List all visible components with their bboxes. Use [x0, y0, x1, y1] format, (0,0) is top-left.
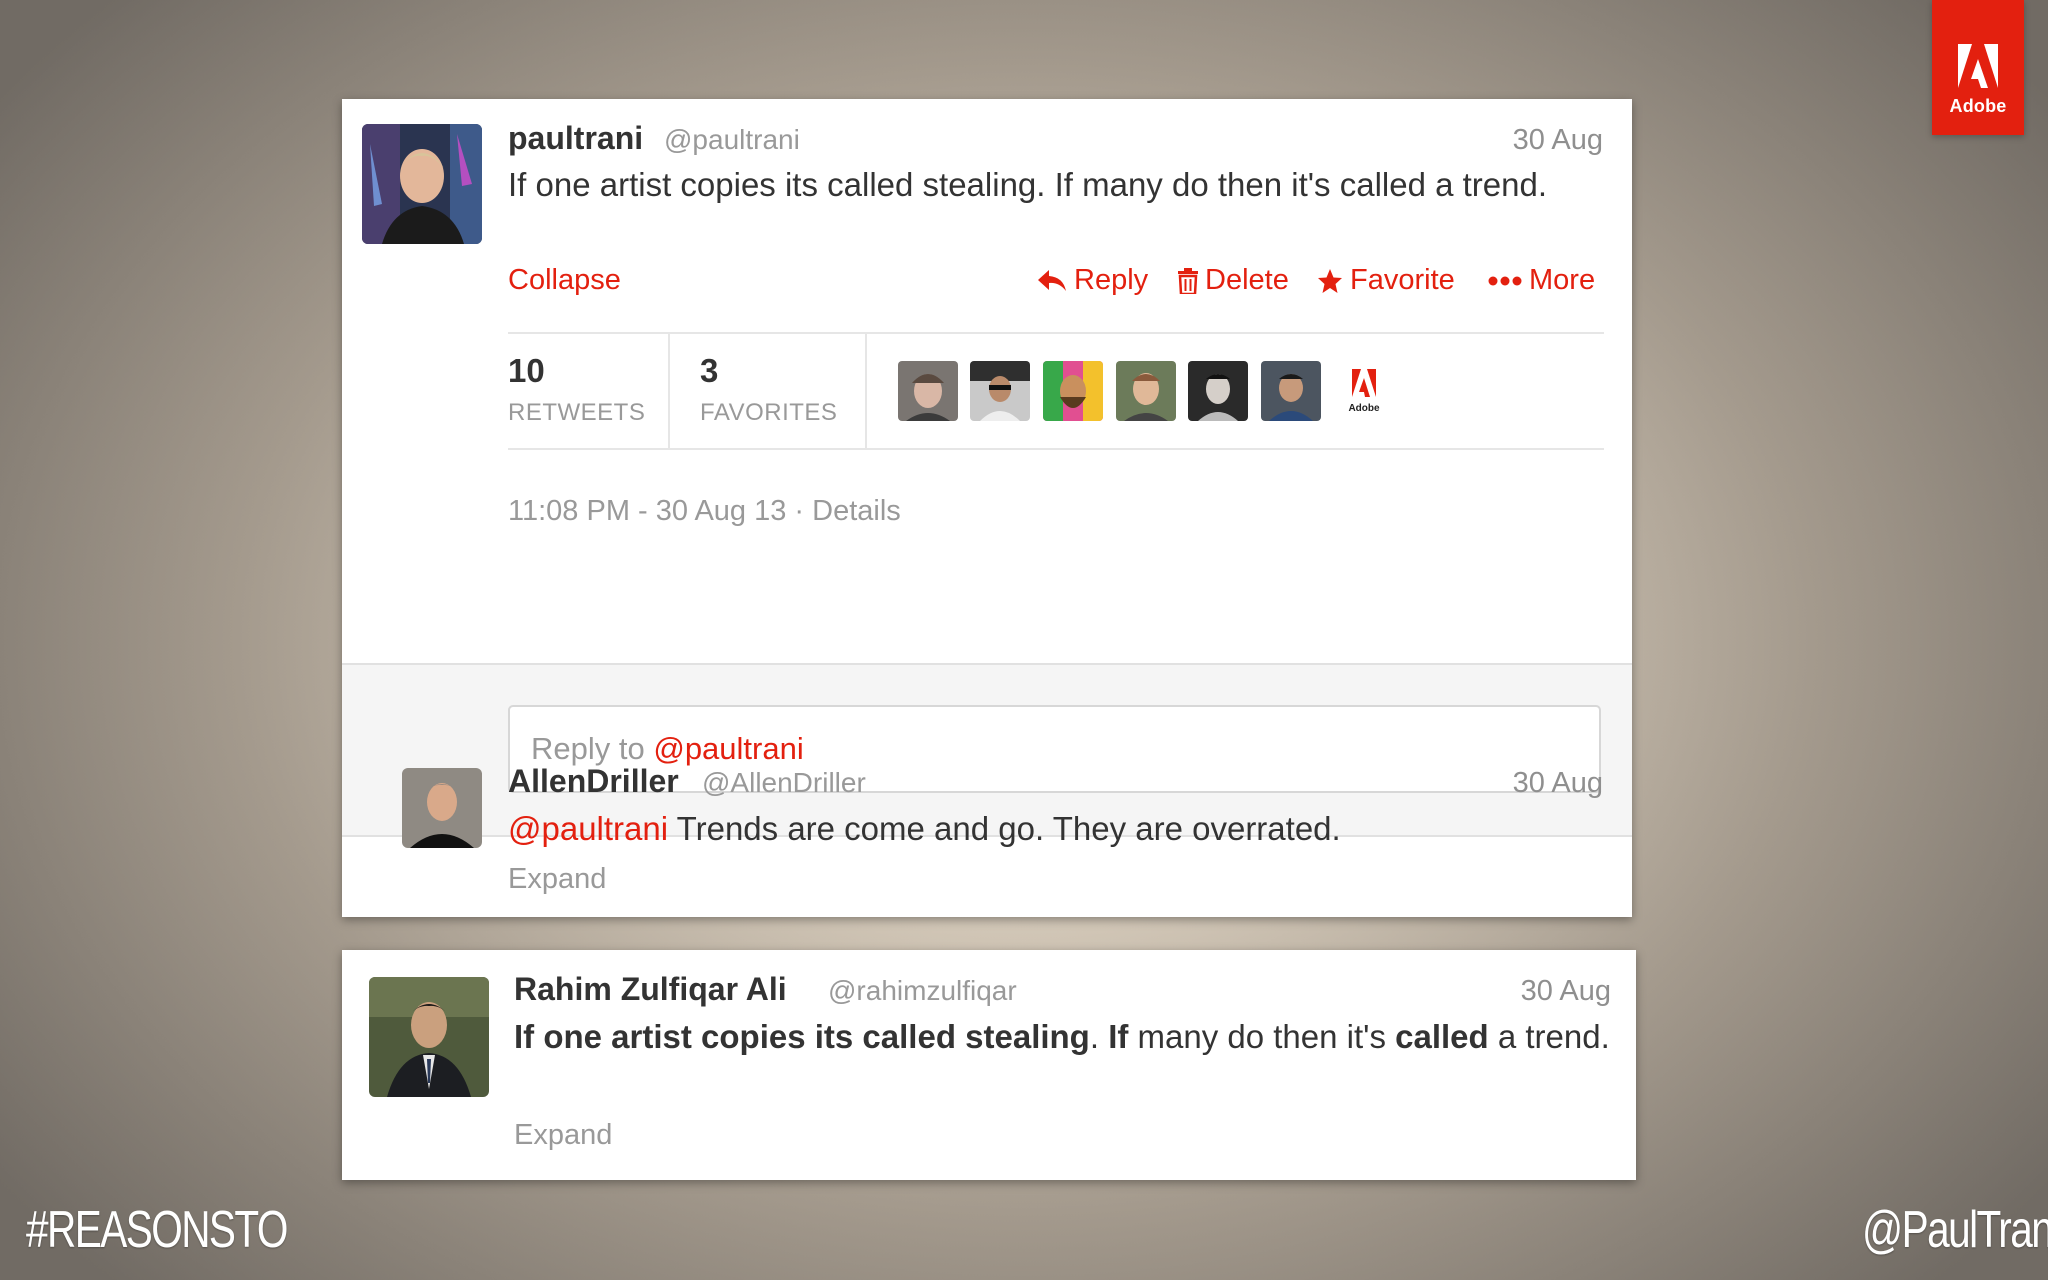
adobe-logo-icon: [1958, 44, 1998, 88]
engager-adobe-logo[interactable]: Adobe: [1334, 361, 1394, 421]
main-tweet-author-handle[interactable]: @paultrani: [664, 124, 800, 156]
favorite-label: Favorite: [1350, 264, 1455, 296]
trash-icon: [1178, 267, 1198, 294]
search-tweet-text-seg-2: .: [1089, 1018, 1109, 1055]
engager-avatar-5[interactable]: [1188, 361, 1248, 421]
stats-divider-2: [865, 334, 867, 448]
reply-button[interactable]: Reply: [1037, 264, 1148, 297]
more-dots-icon: [1488, 276, 1522, 285]
twitter-handle-label: @PaulTrani: [1862, 1201, 2048, 1259]
main-tweet-author-name[interactable]: paultrani: [508, 120, 643, 157]
reply-input-prefix: Reply to: [531, 731, 654, 766]
search-tweet-text-seg-5: called: [1395, 1018, 1489, 1055]
hashtag-label: #REASONSTO: [26, 1201, 288, 1259]
search-tweet-card[interactable]: Rahim Zulfiqar Ali @rahimzulfiqar 30 Aug…: [342, 950, 1636, 1180]
meta-separator: ·: [786, 495, 813, 527]
search-tweet-text-seg-6: a trend.: [1488, 1018, 1610, 1055]
details-link[interactable]: Details: [812, 495, 901, 527]
adobe-mini-logo-text: Adobe: [1348, 403, 1380, 414]
stats-divider-1: [668, 334, 670, 448]
main-tweet-date[interactable]: 30 Aug: [1513, 124, 1603, 157]
search-tweet-text: If one artist copies its called stealing…: [514, 1014, 1614, 1059]
retweets-count[interactable]: 10: [508, 352, 545, 390]
engager-avatar-4[interactable]: [1116, 361, 1176, 421]
favorite-button[interactable]: Favorite: [1317, 264, 1455, 297]
retweets-label[interactable]: RETWEETS: [508, 399, 645, 427]
search-tweet-text-seg-3: If: [1108, 1018, 1129, 1055]
search-tweet-date[interactable]: 30 Aug: [1521, 975, 1611, 1008]
tweet-timestamp[interactable]: 11:08 PM - 30 Aug 13 · Details: [508, 495, 901, 528]
engager-avatar-3[interactable]: [1043, 361, 1103, 421]
collapse-link[interactable]: Collapse: [508, 264, 621, 297]
search-tweet-text-seg-1: If one artist copies its called stealing: [514, 1018, 1090, 1055]
reply-tweet-avatar[interactable]: [402, 768, 482, 848]
main-tweet-avatar[interactable]: [362, 124, 482, 244]
search-tweet-text-seg-4: many do then it's: [1128, 1018, 1396, 1055]
search-tweet-avatar[interactable]: [369, 977, 489, 1097]
search-tweet-author-name[interactable]: Rahim Zulfiqar Ali: [514, 971, 787, 1008]
adobe-logo-text: Adobe: [1949, 96, 2007, 116]
main-tweet-text: If one artist copies its called stealing…: [508, 166, 1548, 203]
reply-tweet-body: Trends are come and go. They are overrat…: [668, 810, 1341, 847]
engager-avatar-1[interactable]: [898, 361, 958, 421]
reply-tweet-mention[interactable]: @paultrani: [508, 810, 668, 847]
search-tweet-expand-link[interactable]: Expand: [514, 1119, 612, 1152]
stats-divider-top: [508, 332, 1604, 334]
delete-label: Delete: [1205, 264, 1289, 296]
search-tweet-author-handle[interactable]: @rahimzulfiqar: [828, 975, 1017, 1007]
reply-tweet-expand-link[interactable]: Expand: [508, 863, 606, 896]
main-tweet-card[interactable]: paultrani @paultrani 30 Aug If one artis…: [342, 99, 1632, 917]
engager-avatar-6[interactable]: [1261, 361, 1321, 421]
star-icon: [1318, 268, 1342, 293]
reply-input-mention: @paultrani: [653, 731, 804, 766]
more-label: More: [1529, 264, 1596, 296]
reply-arrow-icon: [1038, 269, 1066, 291]
reply-tweet-text: @paultrani Trends are come and go. They …: [508, 806, 1578, 851]
delete-button[interactable]: Delete: [1178, 264, 1289, 297]
reply-tweet-date[interactable]: 30 Aug: [1513, 767, 1603, 800]
adobe-logo-badge: Adobe: [1932, 0, 2024, 135]
reply-tweet-author-handle[interactable]: @AllenDriller: [702, 767, 866, 799]
stats-divider-bottom: [508, 448, 1604, 450]
adobe-mini-logo-icon: Adobe: [1348, 369, 1380, 414]
reply-label: Reply: [1074, 264, 1149, 296]
reply-tweet-author-name[interactable]: AllenDriller: [508, 763, 679, 800]
more-button[interactable]: More: [1488, 264, 1595, 297]
favorites-count[interactable]: 3: [700, 352, 718, 390]
timestamp-text[interactable]: 11:08 PM - 30 Aug 13: [508, 495, 786, 527]
favorites-label[interactable]: FAVORITES: [700, 399, 837, 427]
engager-avatar-2[interactable]: [970, 361, 1030, 421]
